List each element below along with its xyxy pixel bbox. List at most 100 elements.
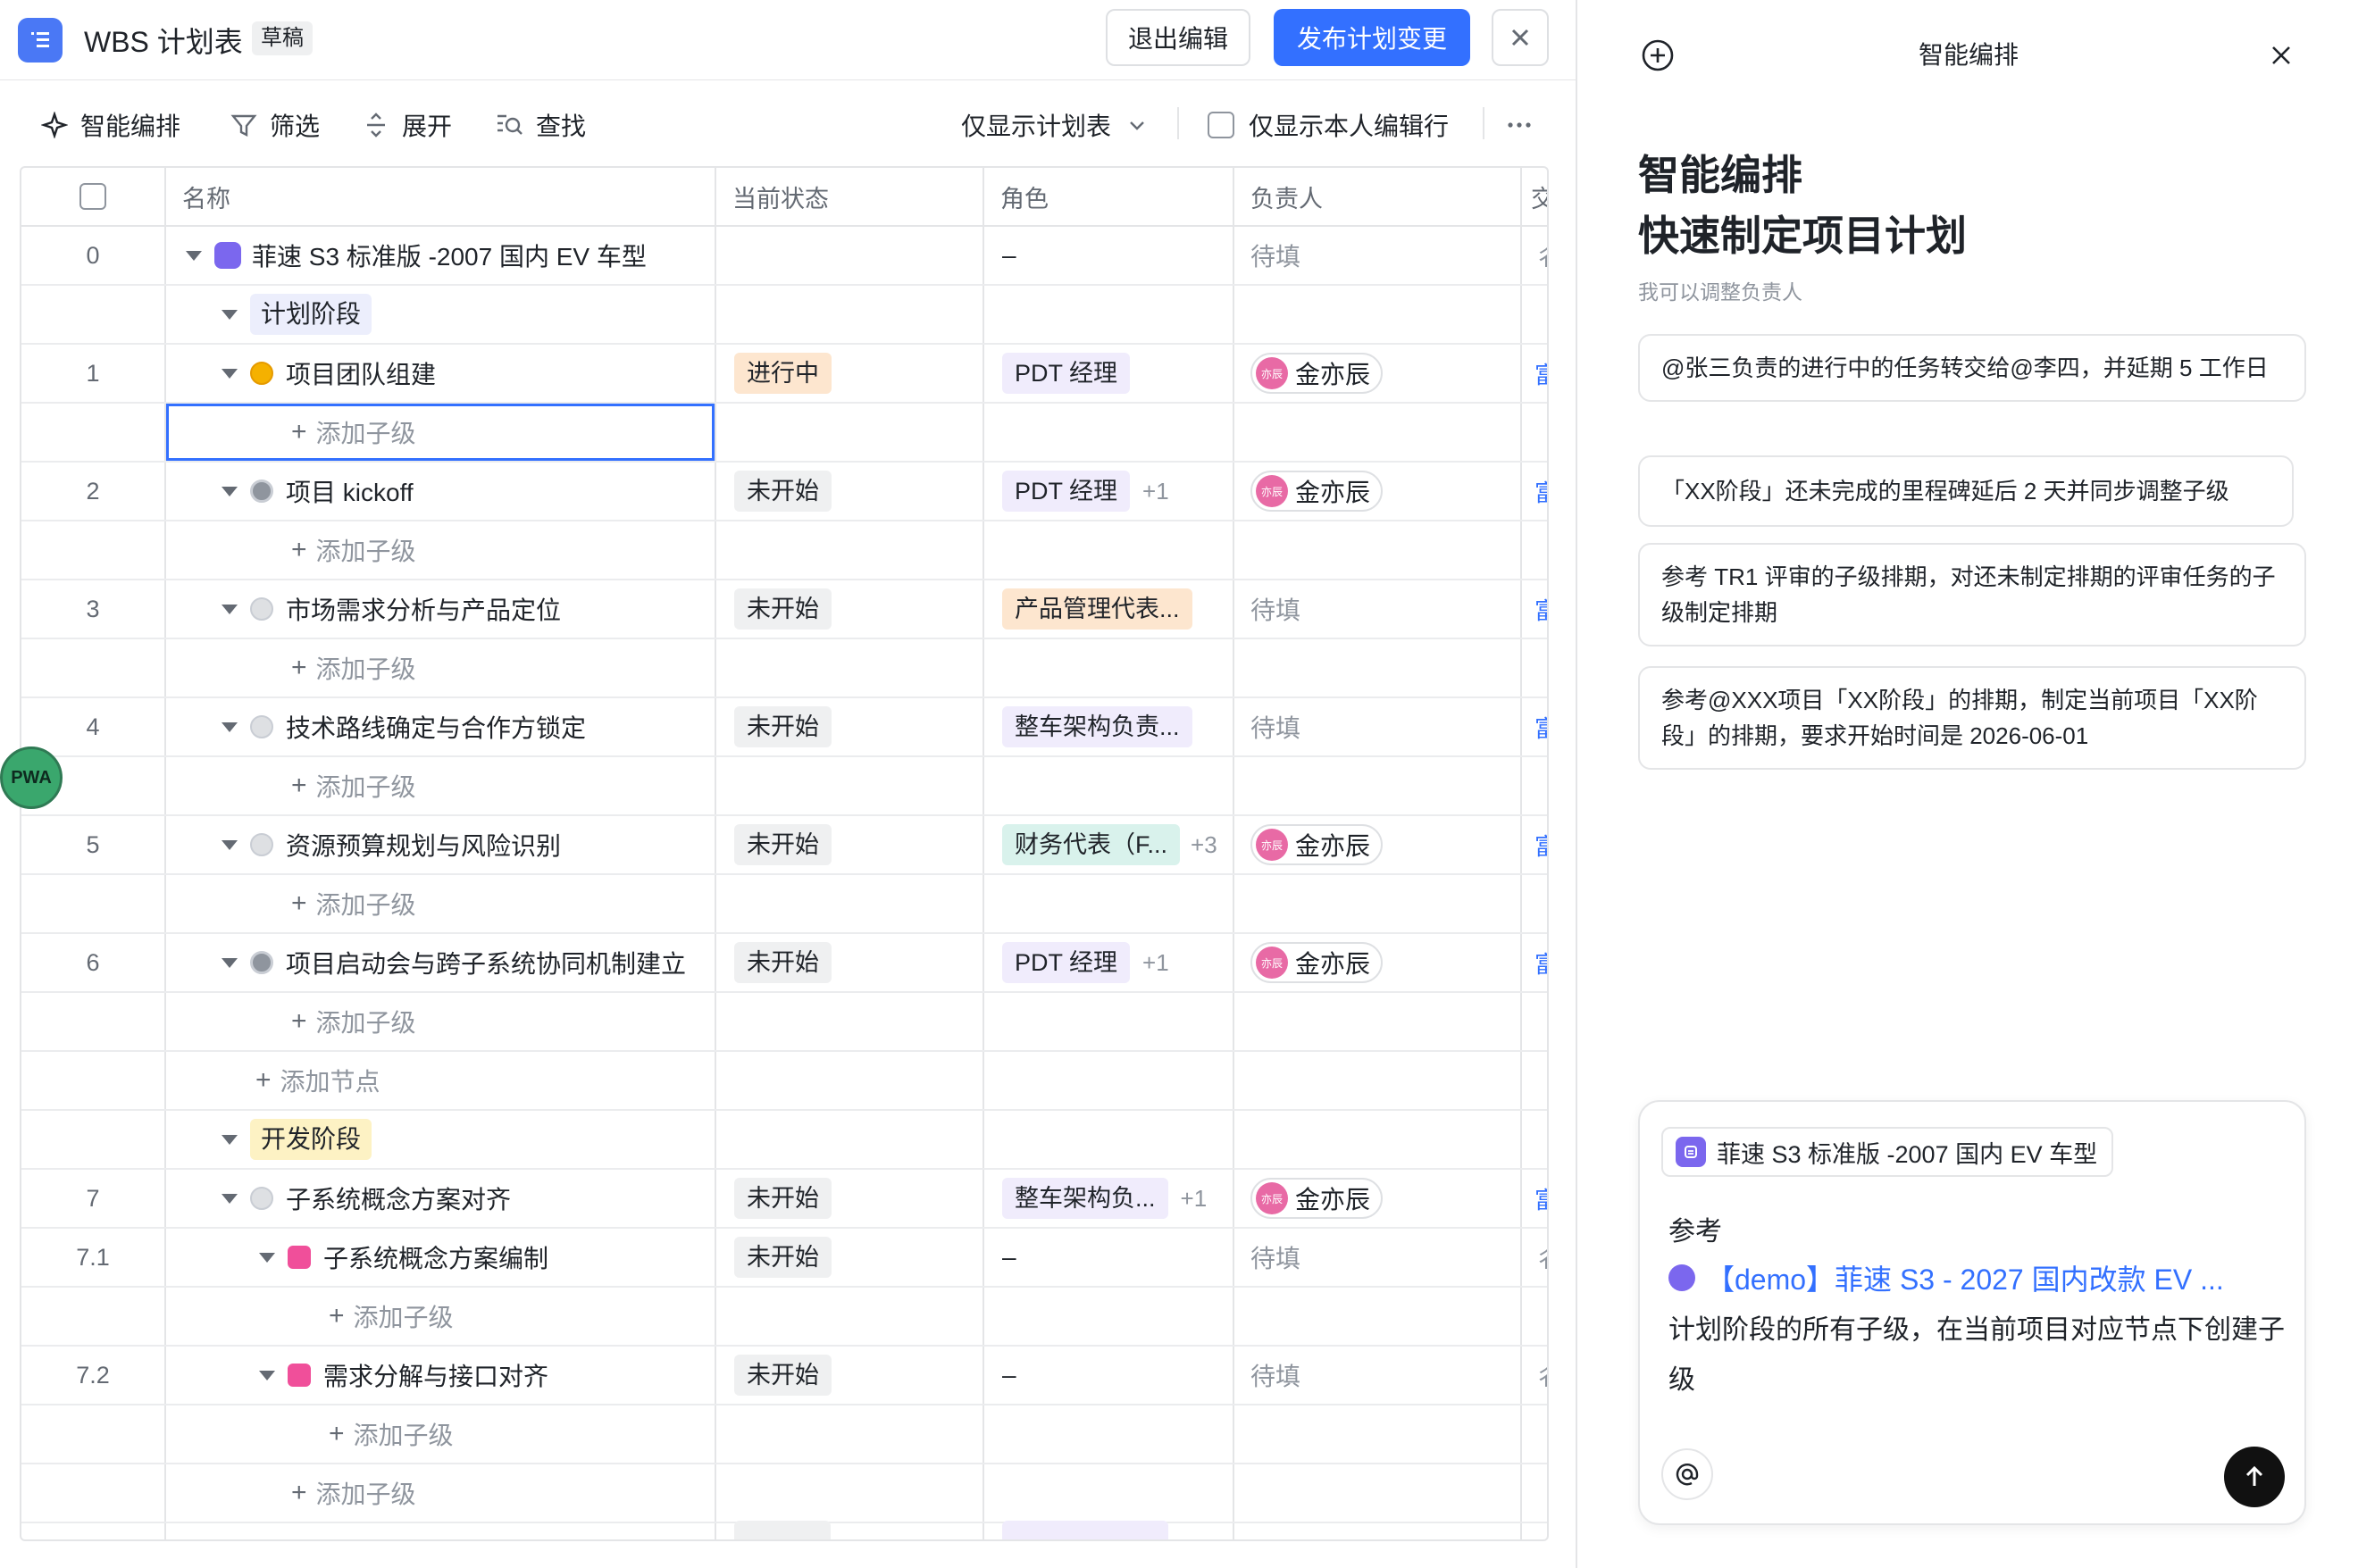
col-header-owner[interactable]: 负责人 — [1233, 168, 1520, 227]
status-badge[interactable]: 未开始 — [734, 942, 832, 983]
row-owner[interactable]: 待填 — [1250, 1347, 1300, 1404]
collapse-caret-icon[interactable] — [259, 1370, 275, 1380]
collapse-caret-icon[interactable] — [222, 1193, 238, 1204]
role-more[interactable]: +3 — [1191, 831, 1217, 859]
reference-link[interactable]: 【demo】菲速 S3 - 2027 国内改款 EV ... — [1668, 1257, 2224, 1298]
status-badge[interactable]: 未开始 — [734, 824, 832, 865]
col-header-name[interactable]: 名称 — [164, 168, 715, 227]
collapse-caret-icon[interactable] — [186, 250, 202, 261]
collapse-caret-icon[interactable] — [222, 721, 238, 732]
role-more[interactable]: +1 — [1142, 478, 1169, 505]
row-owner[interactable]: 待填 — [1250, 227, 1300, 284]
mention-button[interactable] — [1661, 1448, 1713, 1500]
add-child-button[interactable]: + 添加子级 — [291, 521, 416, 579]
table-row[interactable]: 6 项目启动会与跨子系统协同机制建立 未开始 PDT 经理 +1 亦辰金亦辰 富 — [21, 934, 1547, 993]
table-row[interactable]: 7.2 需求分解与接口对齐 未开始 – 待填 彳 — [21, 1347, 1547, 1405]
view-select[interactable]: 仅显示计划表 — [961, 107, 1147, 143]
suggestion-item[interactable]: 「XX阶段」还未完成的里程碑延后 2 天并同步调整子级 — [1638, 455, 2294, 527]
close-button[interactable] — [1492, 9, 1549, 66]
header-select-all[interactable] — [21, 168, 164, 227]
add-node-button[interactable]: + 添加节点 — [255, 1052, 380, 1109]
status-badge[interactable]: 进行中 — [734, 353, 832, 394]
table-row-add[interactable]: + 添加子级 — [21, 875, 1547, 934]
collapse-caret-icon[interactable] — [222, 486, 238, 496]
table-row[interactable]: 4 技术路线确定与合作方锁定 未开始 整车架构负责... 待填 富 — [21, 698, 1547, 757]
add-child-button[interactable]: + 添加子级 — [291, 993, 416, 1050]
collapse-caret-icon[interactable] — [222, 368, 238, 379]
table-row[interactable]: 5 资源预算规划与风险识别 未开始 财务代表（F... +3 亦辰金亦辰 富 — [21, 816, 1547, 875]
suggestion-item[interactable]: 参考 TR1 评审的子级排期，对还未制定排期的评审任务的子级制定排期 — [1638, 543, 2306, 646]
table-row[interactable]: 0 菲速 S3 标准版 -2007 国内 EV 车型 – 待填 彳 — [21, 227, 1547, 286]
publish-changes-button[interactable]: 发布计划变更 — [1274, 9, 1470, 66]
smart-arrange-button[interactable]: 智能编排 — [41, 107, 180, 143]
prompt-composer[interactable]: 菲速 S3 标准版 -2007 国内 EV 车型 参考 【demo】菲速 S3 … — [1638, 1100, 2306, 1525]
add-child-button[interactable]: + 添加子级 — [291, 1464, 416, 1522]
status-badge[interactable]: 未开始 — [734, 706, 832, 747]
role-more[interactable]: +1 — [1142, 949, 1169, 977]
owner-chip[interactable]: 亦辰 金亦辰 — [1250, 353, 1384, 394]
table-row[interactable]: 2 项目 kickoff 未开始 PDT 经理 +1 亦辰金亦辰 富 — [21, 463, 1547, 521]
only-mine-checkbox[interactable] — [1208, 112, 1234, 138]
table-row-add[interactable]: + 添加子级 — [21, 993, 1547, 1052]
add-child-button[interactable]: + 添加子级 — [329, 1288, 454, 1345]
role-tag[interactable]: 整车架构负... — [1002, 1178, 1168, 1219]
table-row[interactable]: 1 项目团队组建 进行中 PDT 经理 亦辰金亦辰 富 — [21, 345, 1547, 404]
find-button[interactable]: 查找 — [495, 107, 586, 143]
expand-button[interactable]: 展开 — [363, 107, 452, 143]
more-button[interactable] — [1506, 107, 1545, 143]
send-button[interactable] — [2224, 1447, 2285, 1507]
table-row-add[interactable]: + 添加子级 — [21, 757, 1547, 816]
status-badge[interactable]: 未开始 — [734, 588, 832, 630]
row-owner[interactable]: 待填 — [1250, 580, 1300, 638]
role-tag[interactable]: 产品管理代表... — [1002, 588, 1192, 630]
table-row-add[interactable]: + 添加子级 — [21, 404, 1547, 463]
add-child-button[interactable]: + 添加子级 — [329, 1405, 454, 1463]
role-more[interactable]: +1 — [1181, 1185, 1208, 1213]
status-badge[interactable]: 未开始 — [734, 1178, 832, 1219]
collapse-caret-icon[interactable] — [222, 309, 238, 320]
project-context-chip[interactable]: 菲速 S3 标准版 -2007 国内 EV 车型 — [1661, 1127, 2114, 1177]
table-row-add[interactable]: + 添加子级 — [21, 1288, 1547, 1347]
collapse-caret-icon[interactable] — [222, 1134, 238, 1145]
table-row-add-node[interactable]: + 添加节点 — [21, 1052, 1547, 1111]
role-tag[interactable]: PDT 经理 — [1002, 471, 1131, 512]
table-row-phase[interactable]: 开发阶段 — [21, 1111, 1547, 1170]
select-all-checkbox[interactable] — [79, 183, 106, 210]
suggestion-item[interactable]: @张三负责的进行中的任务转交给@李四，并延期 5 工作日 — [1638, 334, 2306, 402]
suggestion-item[interactable]: 参考@XXX项目「XX阶段」的排期，制定当前项目「XX阶段」的排期，要求开始时间… — [1638, 666, 2306, 770]
add-child-button[interactable]: + 添加子级 — [291, 404, 416, 461]
pwa-badge[interactable]: PWA — [0, 746, 63, 809]
col-header-role[interactable]: 角色 — [982, 168, 1233, 227]
owner-chip[interactable]: 亦辰 金亦辰 — [1250, 824, 1384, 865]
only-mine-toggle[interactable]: 仅显示本人编辑行 — [1208, 107, 1449, 143]
role-tag[interactable]: PDT 经理 — [1002, 353, 1131, 394]
table-row-add[interactable]: + 添加子级 — [21, 521, 1547, 580]
filter-button[interactable]: 筛选 — [230, 107, 320, 143]
prompt-text[interactable]: 计划阶段的所有子级，在当前项目对应节点下创建子级 — [1668, 1305, 2285, 1405]
table-row[interactable]: 7.1 子系统概念方案编制 未开始 – 待填 彳 — [21, 1229, 1547, 1288]
table-row-add[interactable]: + 添加子级 — [21, 639, 1547, 698]
col-header-status[interactable]: 当前状态 — [715, 168, 982, 227]
role-tag[interactable]: 财务代表（F... — [1002, 824, 1181, 865]
collapse-caret-icon[interactable] — [222, 604, 238, 614]
collapse-caret-icon[interactable] — [259, 1252, 275, 1263]
add-child-button[interactable]: + 添加子级 — [291, 757, 416, 814]
panel-close-button[interactable] — [2265, 39, 2297, 71]
owner-chip[interactable]: 亦辰 金亦辰 — [1250, 942, 1384, 983]
col-header-next[interactable]: 交 — [1520, 168, 1547, 227]
table-row-phase[interactable]: 计划阶段 — [21, 286, 1547, 345]
add-child-button[interactable]: + 添加子级 — [291, 875, 416, 932]
owner-chip[interactable]: 亦辰 金亦辰 — [1250, 1178, 1384, 1219]
role-tag[interactable]: 整车架构负责... — [1002, 706, 1192, 747]
status-badge[interactable]: 未开始 — [734, 1355, 832, 1396]
table-row[interactable]: 7 子系统概念方案对齐 未开始 整车架构负... +1 亦辰金亦辰 富 — [21, 1170, 1547, 1229]
row-owner[interactable]: 待填 — [1250, 1229, 1300, 1286]
exit-edit-button[interactable]: 退出编辑 — [1106, 9, 1250, 66]
table-row-add[interactable]: + 添加子级 — [21, 1405, 1547, 1464]
role-tag[interactable]: PDT 经理 — [1002, 942, 1131, 983]
row-owner[interactable]: 待填 — [1250, 698, 1300, 755]
owner-chip[interactable]: 亦辰 金亦辰 — [1250, 471, 1384, 512]
status-badge[interactable]: 未开始 — [734, 1237, 832, 1278]
collapse-caret-icon[interactable] — [222, 839, 238, 850]
add-child-button[interactable]: + 添加子级 — [291, 639, 416, 696]
